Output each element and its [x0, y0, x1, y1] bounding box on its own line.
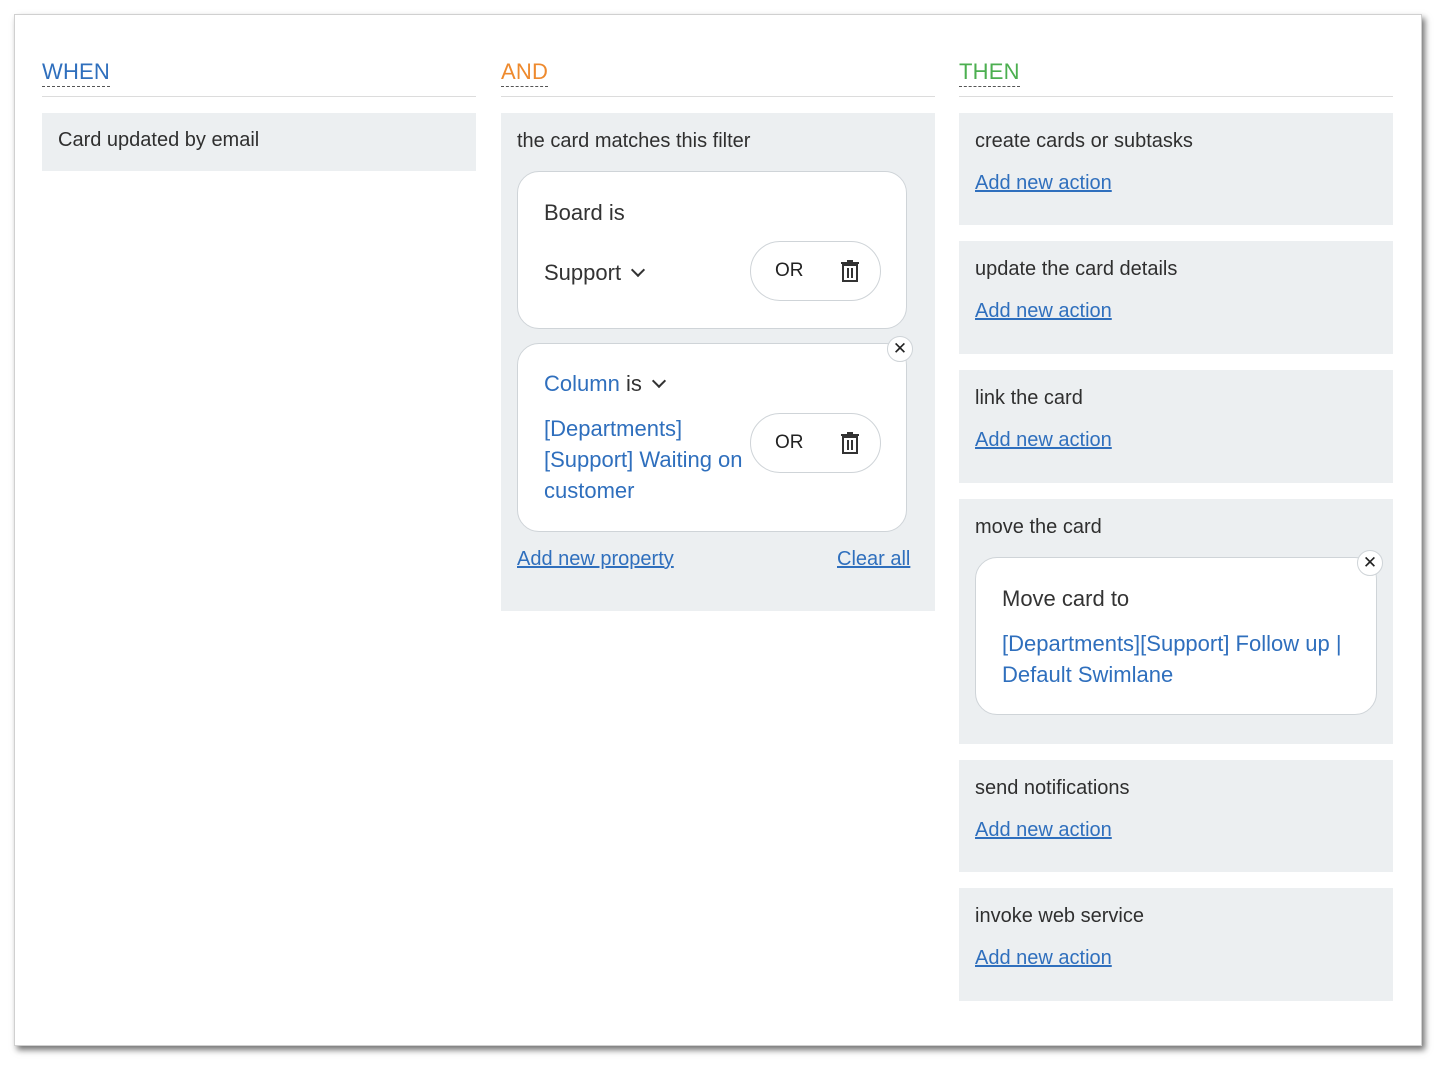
action-link-card: link the card Add new action: [959, 370, 1393, 483]
when-column: WHEN Card updated by email: [42, 59, 476, 171]
and-title[interactable]: AND: [501, 59, 549, 87]
move-card-config: ✕ Move card to [Departments][Support] Fo…: [975, 550, 1383, 715]
add-new-property-link[interactable]: Add new property: [517, 546, 674, 572]
chevron-down-icon: [630, 262, 646, 278]
filter-column-operator: is: [625, 371, 642, 396]
action-move-card: move the card ✕ Move card to [Department…: [959, 499, 1393, 744]
filter-links: Add new property Clear all: [517, 546, 919, 572]
then-header: THEN: [959, 59, 1393, 97]
filter-column-value[interactable]: [Departments] [Support] Waiting on custo…: [544, 413, 744, 506]
then-column: THEN create cards or subtasks Add new ac…: [959, 59, 1393, 1001]
close-icon[interactable]: ✕: [1357, 550, 1383, 576]
filter-board-label: Board is: [544, 198, 625, 228]
trash-icon[interactable]: [840, 432, 860, 454]
action-create-cards: create cards or subtasks Add new action: [959, 113, 1393, 225]
trash-icon[interactable]: [840, 260, 860, 282]
close-icon[interactable]: ✕: [887, 336, 913, 362]
filter-column-or-button[interactable]: OR: [775, 431, 804, 455]
add-new-action-link[interactable]: Add new action: [975, 298, 1112, 324]
add-new-action-link[interactable]: Add new action: [975, 817, 1112, 843]
filter-board-operator: is: [608, 200, 625, 225]
filter-board-value-dropdown[interactable]: Support: [544, 257, 646, 288]
action-title: invoke web service: [975, 905, 1144, 927]
add-new-action-link[interactable]: Add new action: [975, 170, 1112, 196]
add-new-action-link[interactable]: Add new action: [975, 945, 1112, 971]
filter-column-label[interactable]: Column is: [544, 369, 666, 399]
and-column: AND the card matches this filter Board i…: [501, 59, 935, 611]
action-send-notifications: send notifications Add new action: [959, 760, 1393, 872]
filter-panel: the card matches this filter Board is Su…: [501, 113, 935, 611]
action-title: move the card: [975, 516, 1102, 538]
filter-board-or-button[interactable]: OR: [775, 259, 804, 283]
filter-board-value: Support: [544, 260, 622, 285]
when-trigger-panel[interactable]: Card updated by email: [42, 113, 476, 171]
filter-board-property: Board: [544, 200, 603, 225]
move-card-destination[interactable]: [Departments][Support] Follow up | Defau…: [1002, 628, 1362, 690]
action-update-card-details: update the card details Add new action: [959, 241, 1393, 354]
action-title: create cards or subtasks: [975, 130, 1193, 152]
add-new-action-link[interactable]: Add new action: [975, 427, 1112, 453]
filter-card-board: Board is Support OR: [517, 171, 907, 329]
action-title: send notifications: [975, 777, 1130, 799]
automation-rule-editor: WHEN Card updated by email AND the card …: [14, 14, 1422, 1046]
action-title: update the card details: [975, 258, 1178, 280]
when-title[interactable]: WHEN: [42, 59, 111, 87]
chevron-down-icon: [651, 373, 666, 389]
when-trigger-label: Card updated by email: [58, 129, 260, 151]
filter-column-or-pill: OR: [750, 413, 881, 473]
clear-all-link[interactable]: Clear all: [837, 546, 910, 572]
action-invoke-web-service: invoke web service Add new action: [959, 888, 1393, 1001]
filter-panel-title: the card matches this filter: [517, 130, 751, 152]
when-header: WHEN: [42, 59, 476, 97]
filter-column-property: Column: [544, 371, 620, 396]
and-header: AND: [501, 59, 935, 97]
move-card-label: Move card to: [1002, 586, 1130, 611]
filter-card-column: ✕ Column is [Departments] [Support] Wait…: [517, 336, 913, 532]
filter-board-or-pill: OR: [750, 241, 881, 301]
then-title[interactable]: THEN: [959, 59, 1020, 87]
action-title: link the card: [975, 387, 1083, 409]
